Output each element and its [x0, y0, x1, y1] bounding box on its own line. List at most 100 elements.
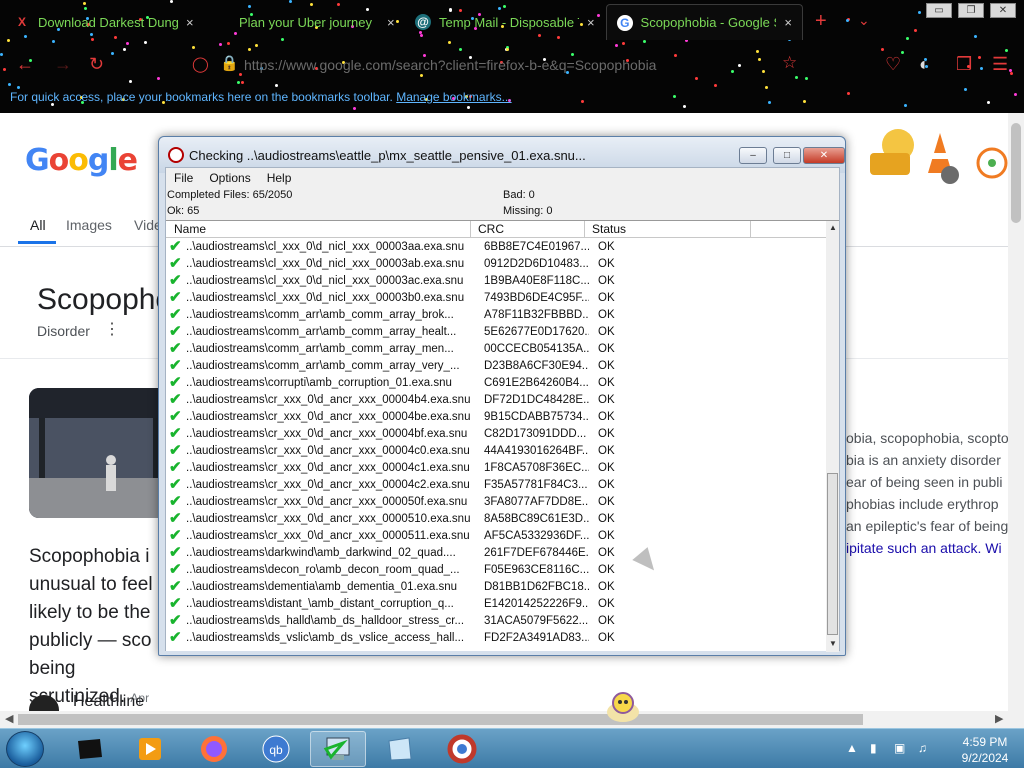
- active-tab-underline: [18, 241, 56, 244]
- menu-help[interactable]: Help: [259, 168, 300, 188]
- restore-button[interactable]: ❐: [958, 3, 984, 18]
- list-scrollbar[interactable]: ▲ ▼: [826, 221, 839, 652]
- source-name[interactable]: Healthline: [73, 693, 144, 711]
- extensions-icon[interactable]: ❒: [956, 54, 972, 75]
- definition-snippet: obia, scopophobia, scopto bia is an anxi…: [846, 427, 1008, 559]
- file-name: ..\audiostreams\cr_xxx_0\d_ancr_xxx_0000…: [186, 462, 470, 474]
- table-row[interactable]: ✔ ..\audiostreams\distant_\amb_distant_co…: [166, 596, 826, 613]
- media-player-icon[interactable]: [122, 731, 178, 767]
- tab-close-icon[interactable]: ×: [186, 15, 194, 30]
- monitor-icon[interactable]: ▣: [894, 741, 908, 755]
- scroll-up-icon[interactable]: ▲: [829, 223, 837, 232]
- volume-icon[interactable]: ♫: [918, 741, 932, 755]
- scroll-left-icon[interactable]: ◀: [5, 712, 13, 725]
- table-row[interactable]: ✔ ..\audiostreams\corrupti\amb_corruption…: [166, 375, 826, 392]
- page-horizontal-scrollbar[interactable]: ◀ ▶: [0, 711, 1024, 728]
- result-image[interactable]: [29, 388, 169, 518]
- table-row[interactable]: ✔ ..\audiostreams\cr_xxx_0\d_ancr_xxx_000…: [166, 528, 826, 545]
- column-crc[interactable]: CRC: [478, 222, 504, 238]
- table-row[interactable]: ✔ ..\audiostreams\dementia\amb_dementia_0…: [166, 579, 826, 596]
- lifebuoy-icon[interactable]: [434, 731, 490, 767]
- pocket-icon[interactable]: ♡: [885, 54, 901, 75]
- table-row[interactable]: ✔ ..\audiostreams\cl_xxx_0\d_nicl_xxx_000…: [166, 239, 826, 256]
- table-row[interactable]: ✔ ..\audiostreams\cr_xxx_0\d_ancr_xxx_000…: [166, 477, 826, 494]
- clock-time[interactable]: 4:59 PM: [950, 735, 1020, 749]
- table-row[interactable]: ✔ ..\audiostreams\cr_xxx_0\d_ancr_xxx_000…: [166, 392, 826, 409]
- new-tab-button[interactable]: +: [815, 10, 827, 33]
- tracking-protection-icon[interactable]: ◯: [192, 55, 209, 73]
- start-button[interactable]: [6, 731, 44, 767]
- scroll-thumb[interactable]: [18, 714, 863, 725]
- tab-uber[interactable]: Plan your Uber journey ×: [205, 4, 405, 40]
- minimize-button[interactable]: ▭: [926, 3, 952, 18]
- table-row[interactable]: ✔ ..\audiostreams\darkwind\amb_darkwind_0…: [166, 545, 826, 562]
- table-row[interactable]: ✔ ..\audiostreams\cl_xxx_0\d_nicl_xxx_000…: [166, 256, 826, 273]
- table-row[interactable]: ✔ ..\audiostreams\cr_xxx_0\d_ancr_xxx_000…: [166, 460, 826, 477]
- url-bar[interactable]: ◯ 🔒 https://www.google.com/search?client…: [180, 50, 797, 80]
- page-vertical-scrollbar[interactable]: [1008, 113, 1024, 711]
- tab-close-icon[interactable]: ×: [587, 15, 595, 30]
- table-row[interactable]: ✔ ..\audiostreams\cr_xxx_0\d_ancr_xxx_000…: [166, 426, 826, 443]
- table-row[interactable]: ✔ ..\audiostreams\ds_vslic\amb_ds_vslice_…: [166, 630, 826, 647]
- file-name: ..\audiostreams\cr_xxx_0\d_ancr_xxx_0000…: [186, 530, 470, 542]
- tab-images[interactable]: Images: [66, 217, 112, 233]
- google-logo[interactable]: Google: [25, 143, 138, 178]
- menu-options[interactable]: Options: [201, 168, 258, 188]
- list-all-tabs-button[interactable]: ⌄: [858, 12, 870, 29]
- scroll-down-icon[interactable]: ▼: [829, 639, 837, 648]
- table-row[interactable]: ✔ ..\audiostreams\cr_xxx_0\d_ancr_xxx_000…: [166, 511, 826, 528]
- table-row[interactable]: ✔ ..\audiostreams\cr_xxx_0\d_ancr_xxx_000…: [166, 443, 826, 460]
- table-row[interactable]: ✔ ..\audiostreams\ds_halld\amb_ds_halldoo…: [166, 613, 826, 630]
- column-divider[interactable]: [470, 221, 471, 238]
- dialog-maximize-button[interactable]: □: [773, 147, 801, 164]
- check-icon: ✔: [169, 561, 182, 578]
- dialog-minimize-button[interactable]: –: [739, 147, 767, 164]
- tab-temp-mail[interactable]: @ Temp Mail - Disposable Te ×: [405, 4, 605, 40]
- bookmark-star-icon[interactable]: ☆: [782, 53, 797, 73]
- account-icon[interactable]: ◐: [919, 54, 930, 75]
- more-options-icon[interactable]: ⋮: [104, 319, 120, 339]
- tab-darkest-dungeon[interactable]: X Download Darkest Dungeon ×: [4, 4, 204, 40]
- close-window-button[interactable]: ✕: [990, 3, 1016, 18]
- tab-close-icon[interactable]: ×: [784, 15, 792, 30]
- file-crc: F35A57781F84C3...: [484, 479, 588, 491]
- tab-all[interactable]: All: [30, 217, 46, 233]
- tab-close-icon[interactable]: ×: [387, 15, 395, 30]
- qbittorrent-icon[interactable]: qb: [248, 731, 304, 767]
- table-row[interactable]: ✔ ..\audiostreams\cl_xxx_0\d_nicl_xxx_000…: [166, 273, 826, 290]
- table-row[interactable]: ✔ ..\audiostreams\cr_xxx_0\d_ancr_xxx_000…: [166, 494, 826, 511]
- column-name[interactable]: Name: [174, 222, 206, 238]
- firefox-icon[interactable]: [186, 731, 242, 767]
- scroll-thumb[interactable]: [1011, 123, 1021, 223]
- table-row[interactable]: ✔ ..\audiostreams\comm_arr\amb_comm_array…: [166, 341, 826, 358]
- forward-icon[interactable]: →: [54, 54, 72, 75]
- lock-icon[interactable]: 🔒: [220, 54, 239, 72]
- notes-icon[interactable]: [372, 731, 428, 767]
- network-icon[interactable]: ▮: [870, 741, 884, 755]
- table-row[interactable]: ✔ ..\audiostreams\decon_ro\amb_decon_room…: [166, 562, 826, 579]
- dialog-close-button[interactable]: ✕: [803, 147, 845, 164]
- menu-file[interactable]: File: [166, 168, 201, 188]
- clock-date[interactable]: 9/2/2024: [950, 751, 1020, 765]
- column-divider[interactable]: [584, 221, 585, 238]
- column-status[interactable]: Status: [592, 222, 626, 238]
- back-icon[interactable]: ←: [16, 54, 34, 75]
- show-hidden-icons-icon[interactable]: ▲: [846, 741, 860, 755]
- url-text[interactable]: https://www.google.com/search?client=fir…: [244, 57, 656, 73]
- file-checker-icon[interactable]: [310, 731, 366, 767]
- scroll-right-icon[interactable]: ▶: [995, 712, 1003, 725]
- table-row[interactable]: ✔ ..\audiostreams\cr_xxx_0\d_ancr_xxx_000…: [166, 409, 826, 426]
- table-row[interactable]: ✔ ..\audiostreams\comm_arr\amb_comm_array…: [166, 358, 826, 375]
- table-row[interactable]: ✔ ..\audiostreams\comm_arr\amb_comm_array…: [166, 324, 826, 341]
- scroll-thumb[interactable]: [827, 473, 838, 635]
- terminal-icon[interactable]: [62, 731, 118, 767]
- file-status: OK: [598, 292, 615, 304]
- table-row[interactable]: ✔ ..\audiostreams\cl_xxx_0\d_nicl_xxx_000…: [166, 290, 826, 307]
- manage-bookmarks-link[interactable]: Manage bookmarks...: [396, 90, 511, 104]
- snippet-line[interactable]: ipitate such an attack. Wi: [846, 537, 1008, 559]
- reload-icon[interactable]: ↻: [89, 54, 104, 75]
- tab-scopophobia[interactable]: G Scopophobia - Google Sea ×: [606, 4, 803, 40]
- table-row[interactable]: ✔ ..\audiostreams\comm_arr\amb_comm_array…: [166, 307, 826, 324]
- column-divider[interactable]: [750, 221, 751, 238]
- menu-icon[interactable]: ☰: [992, 54, 1008, 75]
